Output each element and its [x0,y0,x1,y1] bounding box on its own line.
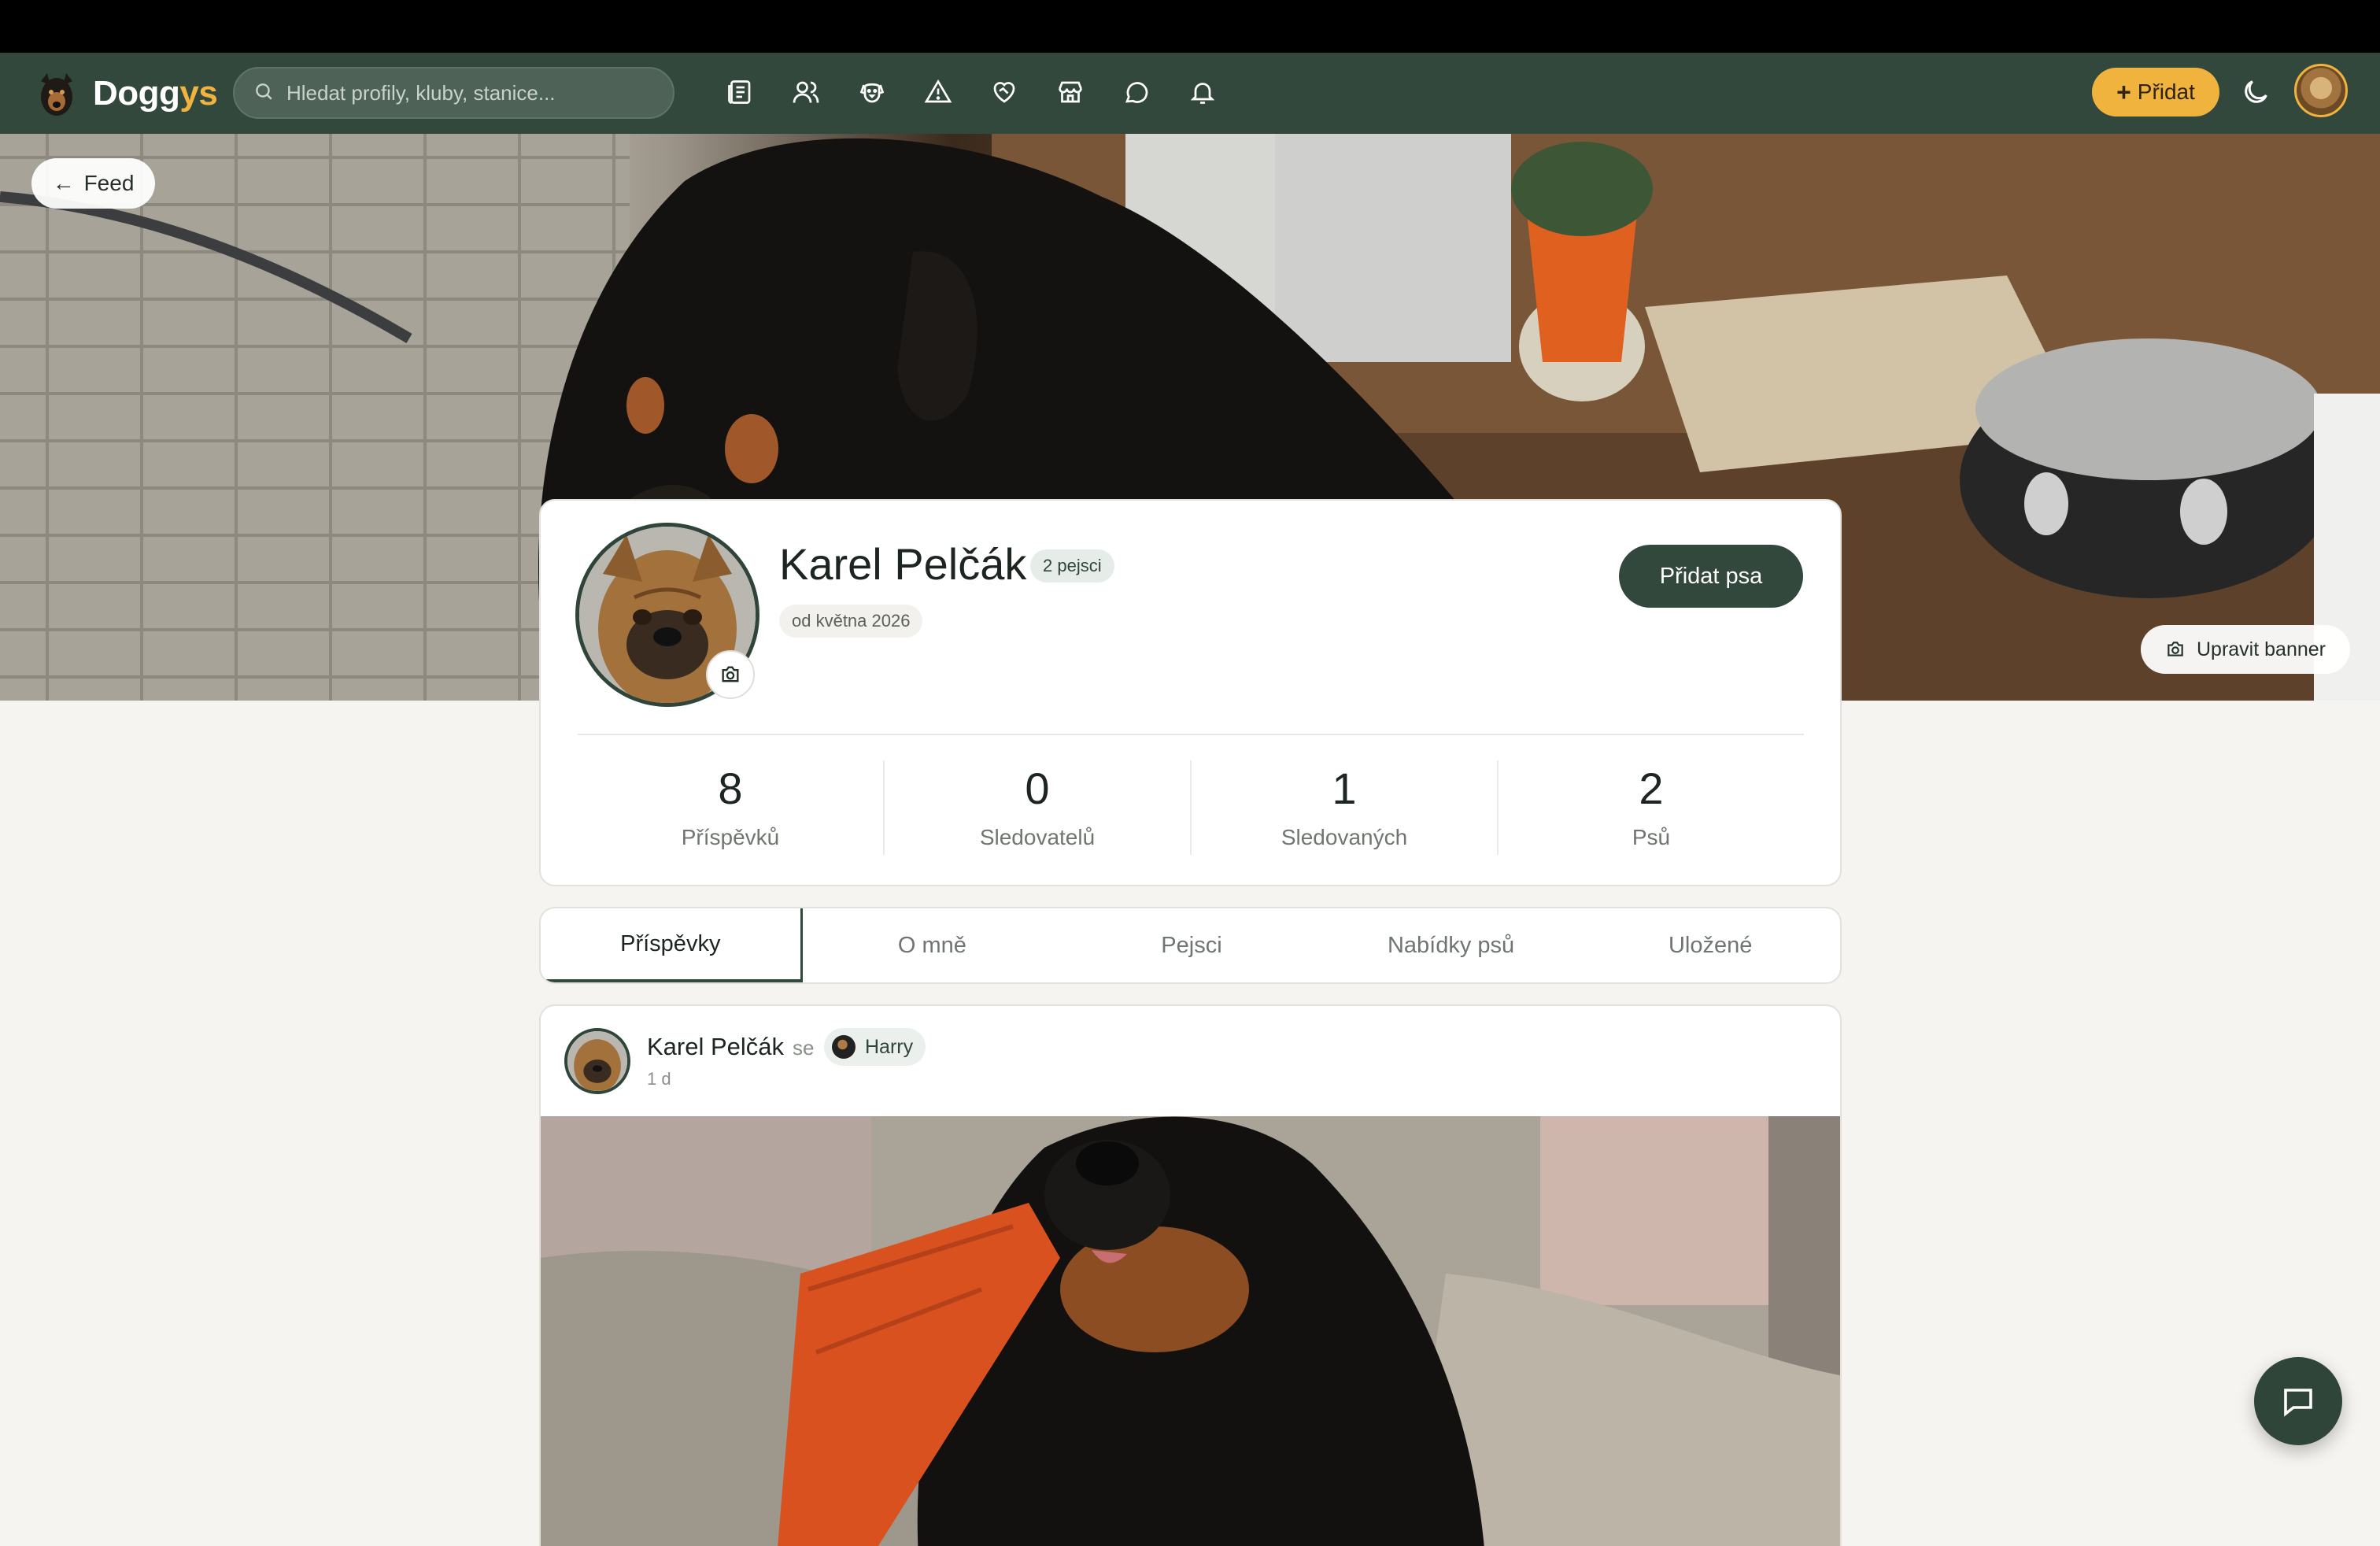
app-name: Doggys [93,74,218,113]
user-avatar[interactable] [2294,64,2348,117]
stat-value: 1 [1332,764,1357,813]
change-avatar-button[interactable] [706,650,755,699]
bell-icon[interactable] [1185,75,1220,109]
tagged-dog-chip[interactable]: Harry [824,1028,926,1066]
chat-fab-button[interactable] [2254,1357,2342,1445]
store-icon[interactable] [1053,75,1088,109]
stat-value: 8 [718,764,743,813]
tab-about[interactable]: O mně [803,908,1062,982]
system-top-bar [0,0,2380,53]
divider [578,734,1804,735]
post-author-name[interactable]: Karel Pelčák [647,1033,784,1061]
stat-label: Psů [1632,825,1671,849]
stat-label: Sledovatelů [979,825,1096,849]
search-icon [253,81,274,105]
add-button[interactable]: + Přidat [2092,68,2219,117]
dog-icon[interactable] [855,75,889,109]
message-square-icon [2284,1389,2312,1417]
edit-banner-button[interactable]: Upravit banner [2141,625,2350,674]
tab-dogs[interactable]: Pejsci [1062,908,1321,982]
edit-banner-label: Upravit banner [2197,638,2326,660]
stat-posts[interactable]: 8 Příspěvků [578,760,885,855]
people-icon[interactable] [789,75,823,109]
stat-label: Příspěvků [681,825,780,849]
member-since-badge: od května 2026 [779,605,923,638]
post-timestamp: 1 d [647,1069,671,1089]
tab-posts[interactable]: Příspěvky [541,908,803,982]
dogs-count-badge: 2 pejsci [1030,549,1114,583]
tagged-dog-name: Harry [865,1035,914,1058]
post-with-label: se [793,1036,815,1060]
profile-tabs: Příspěvky O mně Pejsci Nabídky psů Ulože… [539,907,1842,984]
back-button-label: Feed [83,171,135,195]
stat-value: 0 [1025,764,1050,813]
tab-dog-offers[interactable]: Nabídky psů [1321,908,1581,982]
back-to-feed-button[interactable]: ← Feed [31,158,155,209]
camera-icon [2168,642,2183,656]
feed-icon[interactable] [722,75,757,109]
chat-icon[interactable] [1119,75,1154,109]
add-dog-button[interactable]: Přidat psa [1619,545,1803,608]
arrow-left-icon: ← [52,171,75,195]
stat-value: 2 [1639,764,1664,813]
stat-followers[interactable]: 0 Sledovatelů [885,760,1192,855]
stat-dogs[interactable]: 2 Psů [1499,760,1804,855]
dog-logo-icon [35,70,79,117]
main-nav-icons [722,75,1220,109]
search-bar[interactable] [233,67,674,119]
dog-avatar [832,1035,856,1059]
plus-icon: + [2116,77,2131,106]
moon-icon[interactable] [2240,76,2271,108]
post-card: Karel Pelčák se Harry 1 d [539,1004,1842,1546]
camera-icon [722,666,739,682]
warning-icon[interactable] [921,75,955,109]
app-logo[interactable]: Doggys [35,70,218,117]
top-navbar: Doggys + Přid [0,53,2380,134]
post-author-avatar[interactable] [564,1028,630,1094]
profile-stats: 8 Příspěvků 0 Sledovatelů 1 Sledovaných … [578,760,1804,855]
stat-label: Sledovaných [1281,825,1408,849]
add-button-label: Přidat [2137,80,2195,104]
tab-saved[interactable]: Uložené [1580,908,1840,982]
post-image[interactable] [541,1116,1840,1546]
search-input[interactable] [286,80,664,105]
heart-handshake-icon[interactable] [987,75,1022,109]
stat-following[interactable]: 1 Sledovaných [1192,760,1499,855]
profile-name: Karel Pelčák [779,539,1027,589]
profile-card: Karel Pelčák 2 pejsci od května 2026 Při… [539,499,1842,886]
